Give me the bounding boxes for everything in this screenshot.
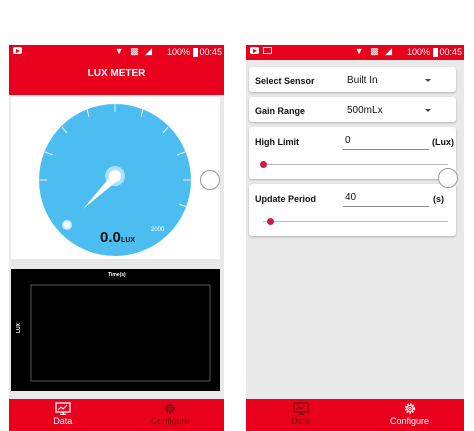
floating-handle-right[interactable] — [438, 168, 458, 188]
clock: 00:45 — [199, 47, 222, 57]
lux-gauge: 2000 0.0 LUX — [34, 104, 191, 256]
nav-configure-tab[interactable]: Configure — [117, 399, 225, 431]
signal-icons: ▼ ▩ ◢ — [114, 46, 154, 56]
battery-percent: 100% — [406, 47, 430, 57]
data-screen: ▼ ▩ ◢ 100% 00:45 LUX METER 2000 0.0 LUX … — [9, 45, 224, 431]
monitor-chart-icon — [55, 402, 71, 415]
app-bar: LUX METER — [9, 60, 224, 95]
update-period-unit: (s) — [433, 194, 444, 204]
high-limit-slider-thumb[interactable] — [260, 161, 267, 168]
gain-range-row[interactable]: Gain Range 500mLx — [249, 97, 456, 122]
monitor-chart-icon — [292, 402, 309, 415]
page-title: LUX METER — [87, 68, 146, 79]
update-period-row: Update Period 40 (s) — [249, 184, 456, 236]
select-sensor-value[interactable]: Built In — [347, 75, 378, 86]
dropdown-arrow-icon[interactable] — [425, 109, 431, 112]
nav-data-label: Data — [53, 416, 73, 426]
select-sensor-row[interactable]: Select Sensor Built In — [249, 67, 456, 92]
graph-frame — [30, 284, 211, 382]
nav-data-tab[interactable]: Data — [246, 399, 355, 431]
image-icon — [263, 47, 272, 54]
configure-screen: ▼ ▩ ◢ 100% 00:45 Select Sensor Built In … — [246, 45, 464, 431]
high-limit-input[interactable]: 0 — [345, 135, 351, 146]
signal-icons: ▼ ▩ ◢ — [354, 46, 394, 56]
youtube-icon — [250, 47, 259, 54]
select-sensor-label: Select Sensor — [255, 76, 315, 86]
update-period-slider[interactable] — [263, 221, 448, 222]
youtube-icon — [13, 47, 22, 54]
graph-x-label: Time(s) — [108, 272, 126, 278]
update-period-label: Update Period — [255, 194, 317, 204]
clock: 00:45 — [439, 47, 462, 57]
battery-icon — [193, 48, 198, 57]
status-bar-2: ▼ ▩ ◢ 100% 00:45 — [246, 45, 464, 60]
nav-configure-tab[interactable]: Configure — [355, 399, 464, 431]
battery-icon — [433, 48, 438, 57]
gain-range-label: Gain Range — [255, 106, 306, 116]
high-limit-row: High Limit 0 (Lux) — [249, 127, 456, 179]
floating-handle-left[interactable] — [200, 170, 220, 190]
graph-y-label: LUX — [16, 322, 22, 333]
lux-graph-plot: Time(s) LUX — [16, 272, 211, 382]
high-limit-slider[interactable] — [263, 164, 448, 165]
status-bar: ▼ ▩ ◢ 100% 00:45 — [9, 45, 224, 60]
gauge-hub — [109, 170, 121, 182]
gauge-max-label: 2000 — [151, 227, 165, 233]
battery-percent: 100% — [166, 47, 190, 57]
high-limit-label: High Limit — [255, 137, 299, 147]
nav-data-label: Data — [290, 416, 310, 426]
dropdown-arrow-icon[interactable] — [425, 79, 431, 82]
bottom-nav: Data Configure — [9, 399, 224, 431]
gear-icon — [165, 403, 176, 414]
nav-configure-label: Configure — [389, 416, 430, 426]
nav-configure-label: Configure — [150, 416, 190, 426]
gauge-value: 0.0 — [100, 229, 121, 246]
gauge-card: 2000 0.0 LUX — [11, 97, 220, 259]
lux-graph: Time(s) LUX — [11, 269, 220, 391]
gauge-unit: LUX — [121, 237, 135, 244]
gear-icon — [404, 403, 415, 414]
high-limit-underline — [343, 149, 429, 150]
update-period-input[interactable]: 40 — [345, 192, 356, 203]
update-period-underline — [343, 206, 429, 207]
gain-range-value[interactable]: 500mLx — [347, 105, 383, 116]
high-limit-unit: (Lux) — [432, 137, 454, 147]
bottom-nav-2: Data Configure — [246, 399, 464, 431]
update-period-slider-thumb[interactable] — [267, 218, 274, 225]
nav-data-tab[interactable]: Data — [9, 399, 117, 431]
